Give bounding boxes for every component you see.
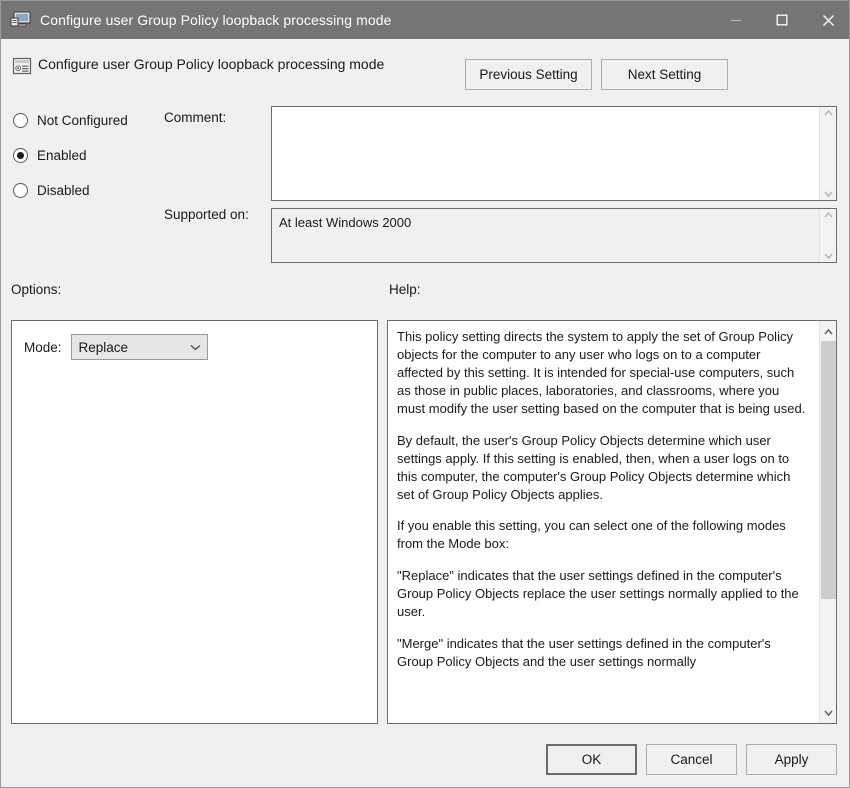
scroll-up-icon[interactable] <box>823 212 833 218</box>
scroll-down-icon[interactable] <box>823 191 833 197</box>
options-panel: Mode: Replace <box>11 320 378 724</box>
supported-on-textbox: At least Windows 2000 <box>271 208 837 263</box>
scroll-up-icon[interactable] <box>823 110 833 116</box>
radio-label-enabled: Enabled <box>37 148 87 163</box>
window-controls <box>713 1 849 39</box>
help-paragraph: This policy setting directs the system t… <box>397 329 806 416</box>
apply-button[interactable]: Apply <box>746 744 837 775</box>
mode-row: Mode: Replace <box>24 334 208 360</box>
previous-setting-button[interactable]: Previous Setting <box>465 59 592 90</box>
help-label: Help: <box>389 282 421 297</box>
supported-on-value: At least Windows 2000 <box>279 215 412 230</box>
help-paragraph: If you enable this setting, you can sele… <box>397 518 786 552</box>
comment-textbox[interactable] <box>271 106 837 201</box>
radio-mark-enabled <box>13 148 28 163</box>
radio-label-not-configured: Not Configured <box>37 113 128 128</box>
chevron-down-icon <box>185 344 207 351</box>
radio-mark-disabled <box>13 183 28 198</box>
minimize-icon <box>731 19 741 22</box>
mode-label: Mode: <box>24 339 62 355</box>
maximize-icon <box>776 14 788 26</box>
setting-header: Configure user Group Policy loopback pro… <box>1 39 849 97</box>
comment-value[interactable] <box>272 107 819 200</box>
group-policy-setting-dialog: Configure user Group Policy loopback pro… <box>0 0 850 788</box>
options-label: Options: <box>11 282 62 297</box>
maximize-button[interactable] <box>759 1 805 39</box>
help-panel: This policy setting directs the system t… <box>387 320 837 724</box>
help-scroll-up-button[interactable] <box>820 323 837 340</box>
comment-label: Comment: <box>164 110 227 125</box>
comment-scrollbar[interactable] <box>819 107 836 200</box>
radio-label-disabled: Disabled <box>37 183 90 198</box>
help-scrollbar[interactable] <box>819 321 836 723</box>
setting-state-radio-group: Not Configured Enabled Disabled <box>13 109 163 214</box>
next-setting-button[interactable]: Next Setting <box>601 59 728 90</box>
title-bar: Configure user Group Policy loopback pro… <box>1 1 849 39</box>
radio-disabled[interactable]: Disabled <box>13 179 163 202</box>
mode-dropdown[interactable]: Replace <box>70 334 208 360</box>
help-scroll-thumb[interactable] <box>821 341 836 599</box>
help-paragraph: "Replace" indicates that the user settin… <box>397 568 799 620</box>
help-paragraph: By default, the user's Group Policy Obje… <box>397 432 791 502</box>
radio-mark-not-configured <box>13 113 28 128</box>
supported-on-scrollbar[interactable] <box>819 209 836 262</box>
close-button[interactable] <box>805 1 849 39</box>
scroll-up-icon <box>824 328 833 334</box>
radio-not-configured[interactable]: Not Configured <box>13 109 163 132</box>
ok-button[interactable]: OK <box>546 744 637 775</box>
scroll-down-icon[interactable] <box>823 253 833 259</box>
close-icon <box>822 14 834 26</box>
title-bar-text: Configure user Group Policy loopback pro… <box>40 12 392 28</box>
cancel-button[interactable]: Cancel <box>646 744 737 775</box>
supported-on-label: Supported on: <box>164 207 249 222</box>
mode-selected-value: Replace <box>78 339 129 355</box>
scroll-down-icon <box>824 710 833 716</box>
setting-name-label: Configure user Group Policy loopback pro… <box>38 56 385 72</box>
minimize-button[interactable] <box>713 1 759 39</box>
policy-setting-icon <box>12 57 32 75</box>
radio-enabled[interactable]: Enabled <box>13 144 163 167</box>
help-scroll-down-button[interactable] <box>820 704 837 721</box>
help-paragraph: "Merge" indicates that the user settings… <box>397 636 771 670</box>
help-text-body: This policy setting directs the system t… <box>388 321 819 723</box>
computer-policy-icon <box>10 11 31 27</box>
